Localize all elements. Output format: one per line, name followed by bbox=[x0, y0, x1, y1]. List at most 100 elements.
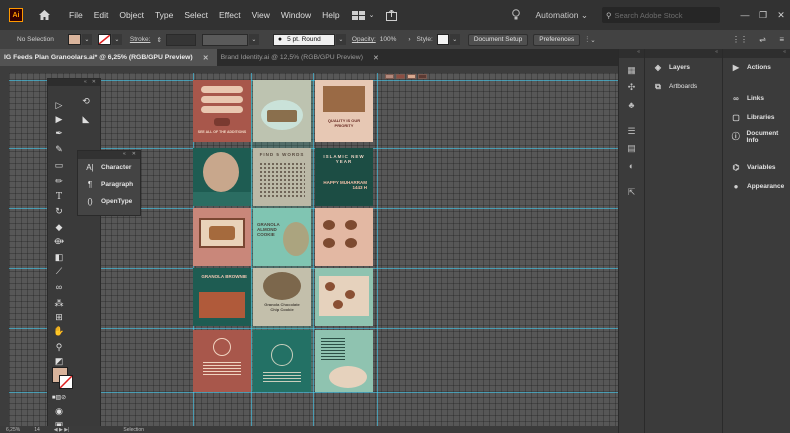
puppet-warp-icon[interactable]: ✣ bbox=[619, 79, 644, 96]
warp-tool-icon[interactable]: ⟴ bbox=[53, 235, 65, 247]
arrange-icon[interactable]: ⋮⋮ bbox=[732, 35, 748, 44]
stroke-weight-stepper[interactable]: ⇕ bbox=[156, 36, 161, 44]
post-tile-10[interactable]: GRANOLA BROWNIE bbox=[193, 268, 251, 326]
variables-panel-item[interactable]: ⌬ Variables bbox=[723, 158, 790, 177]
libraries-panel-item[interactable]: ▢ Libraries bbox=[723, 108, 790, 127]
character-panel-item[interactable]: A| Character bbox=[78, 159, 140, 176]
zoom-tool-icon[interactable]: ⚲ bbox=[53, 341, 65, 353]
fill-swatch[interactable] bbox=[67, 34, 81, 45]
status-mode[interactable]: Selection bbox=[123, 427, 144, 433]
type-tool-icon[interactable]: T bbox=[53, 191, 65, 203]
appearance-panel-item[interactable]: ● Appearance bbox=[723, 177, 790, 196]
stroke-dropdown[interactable]: ⌄ bbox=[111, 34, 122, 45]
default-colors-icon[interactable]: ◩ bbox=[53, 355, 65, 367]
align-icon[interactable]: ⫶ bbox=[586, 35, 588, 45]
export-icon[interactable]: ⇱ bbox=[619, 184, 644, 201]
actions-panel-item[interactable]: ▶ Actions bbox=[723, 58, 790, 77]
menu-effect[interactable]: Effect bbox=[219, 10, 241, 20]
swatch-chip[interactable] bbox=[418, 74, 427, 79]
panel-header[interactable]: « bbox=[619, 49, 644, 58]
layers-panel-item[interactable]: ◈ Layers bbox=[645, 58, 722, 77]
zoom-level[interactable]: 6,25% bbox=[6, 427, 20, 433]
arrange-documents-button[interactable]: ⌄ bbox=[351, 10, 374, 20]
post-tile-6[interactable]: ISLAMIC NEW YEAR HAPPY MUHARRAM 1443 H bbox=[315, 148, 373, 206]
symbol-sprayer-icon[interactable]: ⁂ bbox=[53, 297, 65, 309]
artboard-tool-icon[interactable]: ⊞ bbox=[53, 311, 65, 323]
swatch-chip[interactable] bbox=[396, 74, 405, 79]
opentype-panel-item[interactable]: () OpenType bbox=[78, 193, 140, 210]
post-tile-15[interactable] bbox=[315, 330, 373, 392]
rotate-tool-icon[interactable]: ↻ bbox=[53, 205, 65, 217]
collapse-icon[interactable]: « bbox=[84, 79, 87, 86]
symbols-icon[interactable]: ♣ bbox=[619, 96, 644, 113]
gradient-icon[interactable]: ▤ bbox=[619, 140, 644, 157]
post-tile-7[interactable] bbox=[193, 208, 251, 266]
artboard-nav-arrows[interactable]: ◀ ▶ ▶| bbox=[54, 427, 70, 433]
horizontal-ruler[interactable] bbox=[9, 66, 618, 73]
menu-object[interactable]: Object bbox=[119, 10, 144, 20]
align-panel-icon[interactable]: ☰ bbox=[619, 123, 644, 140]
page-tool-icon[interactable]: ◣ bbox=[80, 113, 92, 125]
post-tile-12[interactable] bbox=[315, 268, 373, 326]
hand-tool-icon[interactable]: ✋ bbox=[53, 325, 65, 337]
close-icon[interactable]: ✕ bbox=[373, 54, 379, 62]
post-tile-3[interactable]: QUALITY IS OUR PRIORITY bbox=[315, 80, 373, 142]
eyedropper-tool-icon[interactable]: ⟋ bbox=[53, 265, 65, 277]
rectangle-tool-icon[interactable]: ▭ bbox=[53, 159, 65, 171]
brush-definition[interactable]: ● 5 pt. Round bbox=[272, 33, 335, 46]
menu-file[interactable]: File bbox=[69, 10, 83, 20]
more-icon[interactable]: ≡ bbox=[779, 35, 784, 44]
artboards-panel-item[interactable]: ⧉ Artboards bbox=[645, 77, 722, 96]
artboard-navigator[interactable]: 14 bbox=[34, 427, 40, 433]
pen-tool-icon[interactable]: ✒ bbox=[53, 127, 65, 139]
menu-select[interactable]: Select bbox=[184, 10, 208, 20]
style-dropdown[interactable]: ⌄ bbox=[449, 34, 460, 45]
blend-tool-icon[interactable]: ∞ bbox=[53, 281, 65, 293]
minimize-icon[interactable]: — bbox=[736, 10, 754, 20]
menu-window[interactable]: Window bbox=[281, 10, 311, 20]
brush-dropdown[interactable]: ⌄ bbox=[335, 34, 346, 45]
selection-tool-icon[interactable]: ▷ bbox=[53, 99, 65, 111]
paragraph-panel-item[interactable]: ¶ Paragraph bbox=[78, 176, 140, 193]
tab-ig-feeds[interactable]: IG Feeds Plan Granoolars.ai* @ 6,25% (RG… bbox=[0, 49, 217, 66]
menu-edit[interactable]: Edit bbox=[94, 10, 109, 20]
close-icon[interactable]: ✕ bbox=[132, 151, 136, 159]
opacity-label[interactable]: Opacity: bbox=[352, 36, 376, 43]
panel-header[interactable]: «✕ bbox=[48, 79, 100, 86]
style-swatch[interactable] bbox=[436, 34, 449, 45]
stroke-swatch[interactable] bbox=[97, 34, 111, 45]
panel-header[interactable]: « bbox=[645, 49, 722, 58]
document-setup-button[interactable]: Document Setup bbox=[467, 33, 529, 46]
post-tile-13[interactable] bbox=[193, 330, 251, 392]
preferences-button[interactable]: Preferences bbox=[533, 33, 581, 46]
free-transform-icon[interactable]: ◧ bbox=[53, 251, 65, 263]
rotate-view-icon[interactable]: ⟲ bbox=[80, 95, 92, 107]
color-mode-icon[interactable]: ■▨⊘ bbox=[52, 391, 66, 403]
eraser-tool-icon[interactable]: ◆ bbox=[53, 221, 65, 233]
opacity-value[interactable]: 100% bbox=[380, 36, 397, 43]
close-icon[interactable]: ✕ bbox=[772, 10, 790, 21]
transparency-icon[interactable]: ◐ bbox=[619, 157, 644, 174]
home-icon[interactable] bbox=[37, 8, 51, 22]
menu-view[interactable]: View bbox=[252, 10, 270, 20]
stroke-label[interactable]: Stroke: bbox=[130, 36, 151, 43]
variable-width-profile[interactable] bbox=[201, 33, 248, 46]
swatch-chip[interactable] bbox=[407, 74, 416, 79]
post-tile-9[interactable] bbox=[315, 208, 373, 266]
share-button[interactable] bbox=[386, 9, 398, 21]
restore-icon[interactable]: ❐ bbox=[754, 10, 772, 21]
stroke-weight-field[interactable] bbox=[165, 33, 196, 46]
workspace-switcher[interactable]: Automation ⌄ bbox=[536, 10, 589, 21]
direct-selection-icon[interactable]: ▶ bbox=[53, 113, 65, 125]
image-panel-icon[interactable]: ▦ bbox=[619, 62, 644, 79]
post-tile-1[interactable]: SEE ALL OF THE ADDITIONS bbox=[193, 80, 251, 142]
curvature-tool-icon[interactable]: ✎ bbox=[53, 143, 65, 155]
close-icon[interactable]: ✕ bbox=[92, 79, 96, 86]
vertical-ruler[interactable] bbox=[0, 66, 9, 426]
links-panel-item[interactable]: ∞ Links bbox=[723, 89, 790, 108]
menu-type[interactable]: Type bbox=[155, 10, 173, 20]
close-icon[interactable]: ✕ bbox=[203, 54, 209, 62]
tab-brand-identity[interactable]: Brand Identity.ai @ 12,5% (RGB/GPU Previ… bbox=[217, 49, 387, 66]
profile-dropdown[interactable]: ⌄ bbox=[248, 34, 259, 45]
stock-search-input[interactable]: ⚲ Search Adobe Stock bbox=[602, 7, 720, 23]
